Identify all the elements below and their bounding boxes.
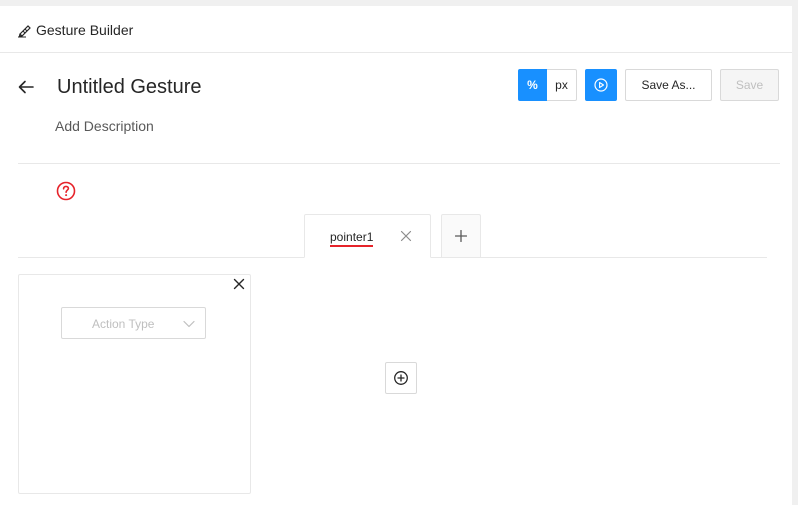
close-icon[interactable] — [400, 230, 412, 242]
tab-pointer1[interactable]: pointer1 — [304, 214, 431, 258]
action-type-select[interactable]: Action Type — [61, 307, 206, 339]
chevron-down-icon — [183, 320, 195, 328]
add-tab-button[interactable] — [441, 214, 481, 257]
unit-px-button[interactable]: px — [547, 69, 577, 101]
unit-percent-button[interactable]: % — [518, 69, 547, 101]
close-icon[interactable] — [232, 277, 246, 291]
header-divider — [18, 163, 780, 164]
action-card: Action Type — [18, 274, 251, 494]
question-circle-icon[interactable] — [56, 181, 76, 201]
arrow-left-icon[interactable] — [16, 77, 36, 97]
unit-toggle-group: % px — [518, 69, 577, 101]
tab-label: pointer1 — [330, 231, 374, 247]
save-button[interactable]: Save — [720, 69, 779, 101]
gesture-description[interactable]: Add Description — [55, 118, 154, 134]
play-button[interactable] — [585, 69, 617, 101]
play-circle-icon — [594, 78, 608, 92]
signature-pen-icon — [18, 25, 31, 38]
plus-circle-icon — [394, 371, 408, 385]
save-as-button[interactable]: Save As... — [625, 69, 712, 101]
gesture-builder-panel: Gesture Builder Untitled Gesture Add Des… — [0, 6, 792, 505]
plus-icon — [455, 230, 467, 242]
gesture-title[interactable]: Untitled Gesture — [57, 76, 202, 99]
title-bar: Gesture Builder — [0, 6, 792, 53]
action-type-placeholder: Action Type — [92, 317, 155, 331]
app-title: Gesture Builder — [36, 22, 134, 38]
add-action-button[interactable] — [385, 362, 417, 394]
